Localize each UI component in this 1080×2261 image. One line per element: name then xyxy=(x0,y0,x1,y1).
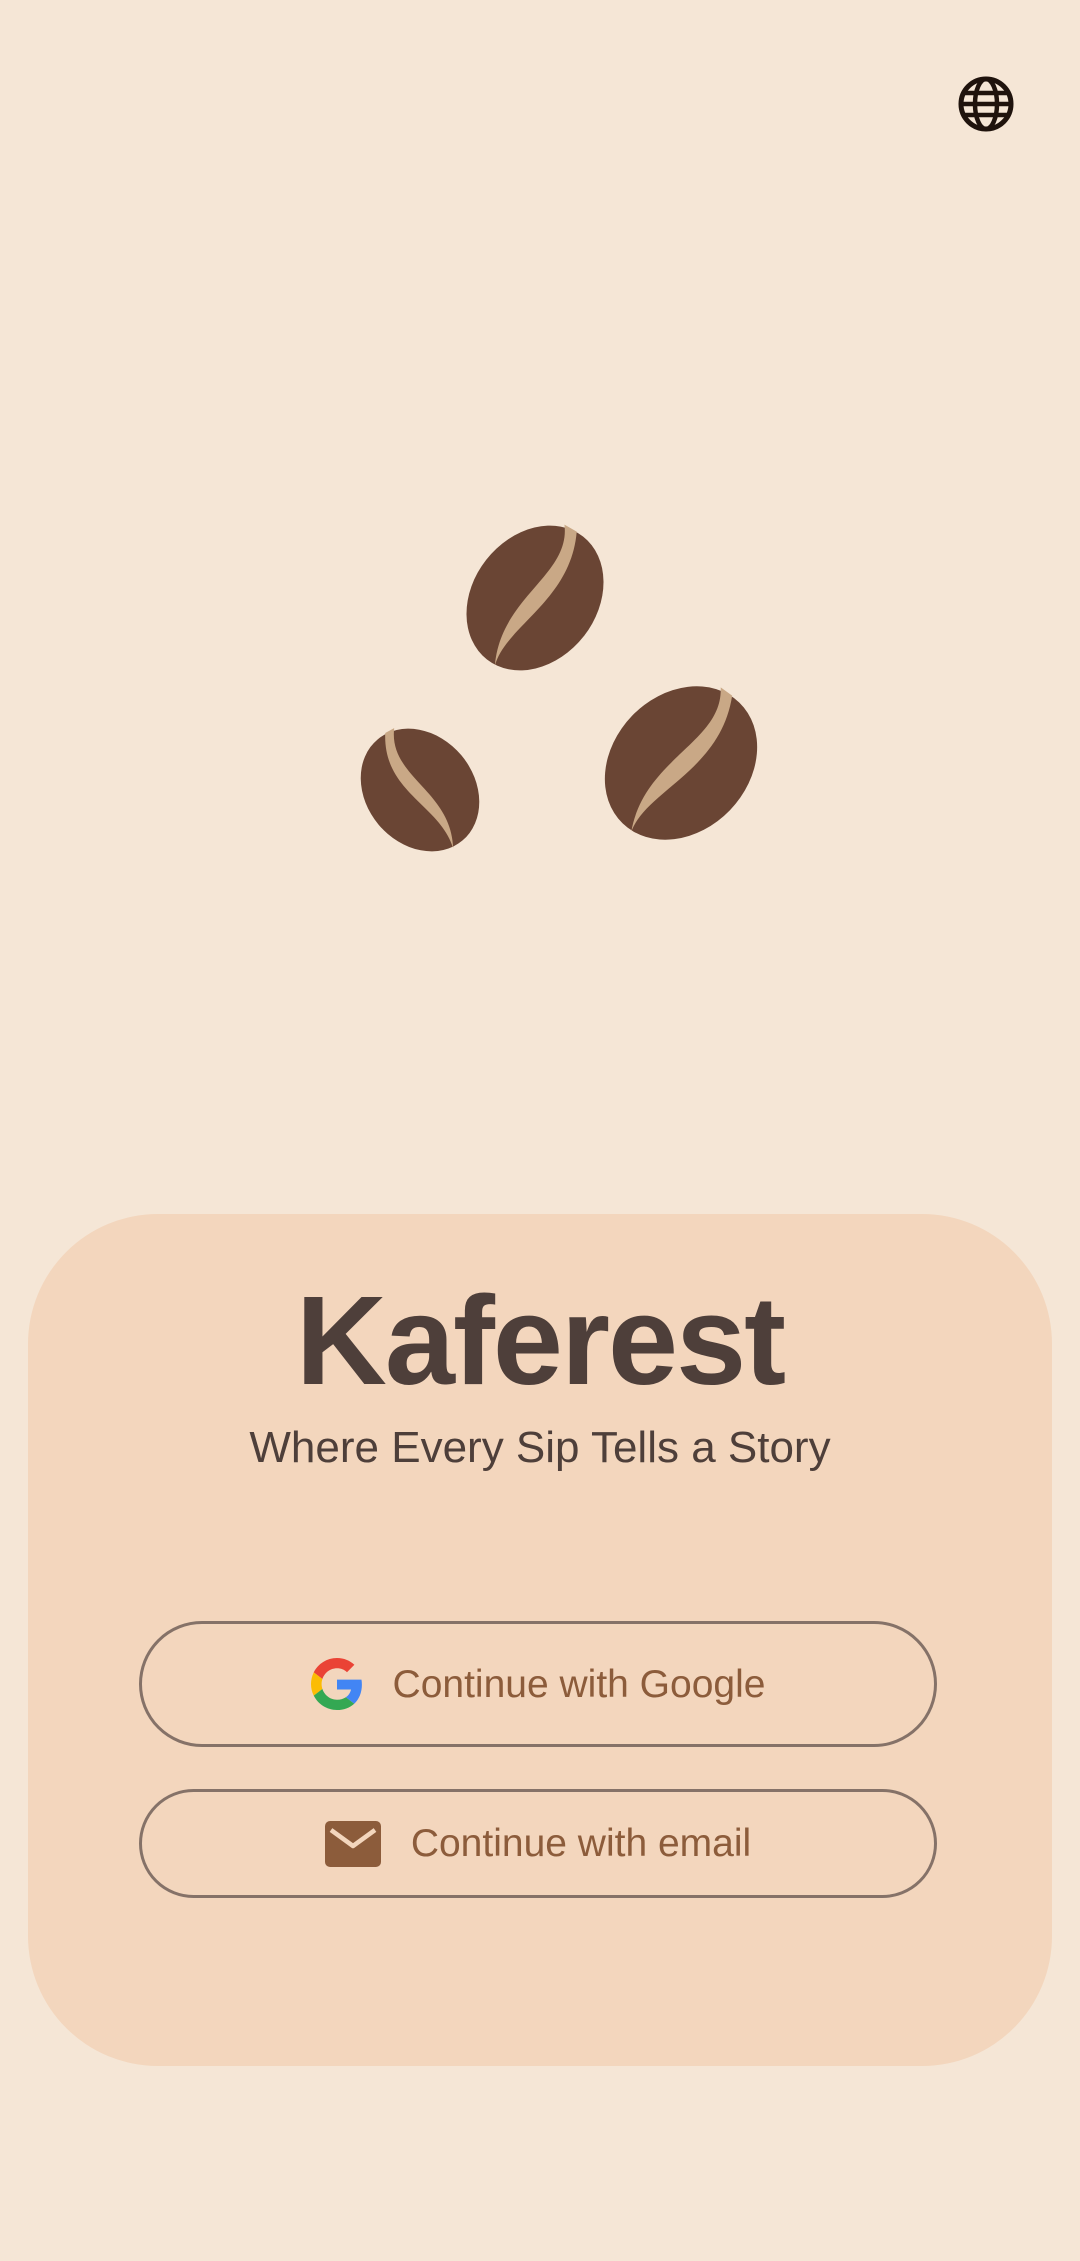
email-button-label: Continue with email xyxy=(410,1822,752,1865)
coffee-bean-icon xyxy=(360,728,480,852)
continue-with-email-button[interactable]: Continue with email xyxy=(139,1789,937,1898)
continue-with-google-button[interactable]: Continue with Google xyxy=(139,1621,937,1747)
app-tagline: Where Every Sip Tells a Story xyxy=(249,1423,831,1472)
app-title: Kaferest xyxy=(295,1270,786,1411)
coffee-beans-illustration xyxy=(0,0,1080,1200)
mail-icon xyxy=(324,1820,381,1867)
sign-in-sheet: Kaferest Where Every Sip Tells a Story C… xyxy=(28,1214,1052,2066)
coffee-bean-icon xyxy=(466,524,604,671)
google-button-label: Continue with Google xyxy=(392,1662,766,1706)
google-logo-icon xyxy=(310,1658,363,1710)
coffee-bean-icon xyxy=(604,686,758,840)
